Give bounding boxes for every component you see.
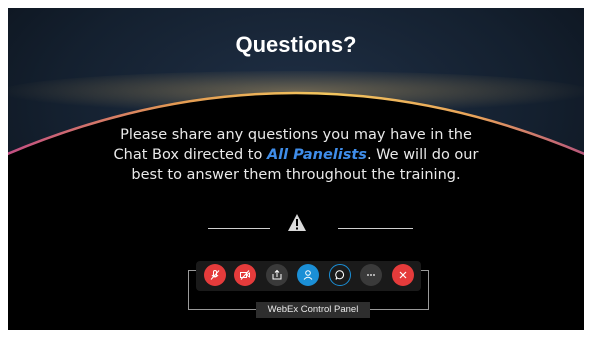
slide-body: Please share any questions you may have …	[108, 125, 484, 185]
mute-button[interactable]	[204, 264, 226, 286]
share-button[interactable]	[266, 264, 288, 286]
mic-off-icon	[210, 270, 220, 280]
participants-icon	[303, 270, 313, 280]
close-icon	[399, 271, 407, 279]
video-off-icon	[240, 270, 250, 280]
more-button[interactable]	[360, 264, 382, 286]
slide-title: Questions?	[235, 32, 357, 57]
divider-left	[208, 228, 270, 229]
webex-control-panel	[196, 261, 421, 291]
divider-right	[338, 228, 413, 229]
participants-button[interactable]	[297, 264, 319, 286]
chat-button[interactable]	[329, 264, 351, 286]
all-panelists-highlight: All Panelists	[266, 147, 367, 163]
leave-button[interactable]	[392, 264, 414, 286]
presentation-slide: Questions? Please share any questions yo…	[8, 8, 584, 330]
control-panel-label: WebEx Control Panel	[256, 302, 370, 318]
video-button[interactable]	[234, 264, 256, 286]
warning-icon	[288, 214, 306, 231]
more-icon	[367, 274, 375, 276]
chat-icon	[335, 270, 345, 280]
share-icon	[272, 269, 282, 280]
